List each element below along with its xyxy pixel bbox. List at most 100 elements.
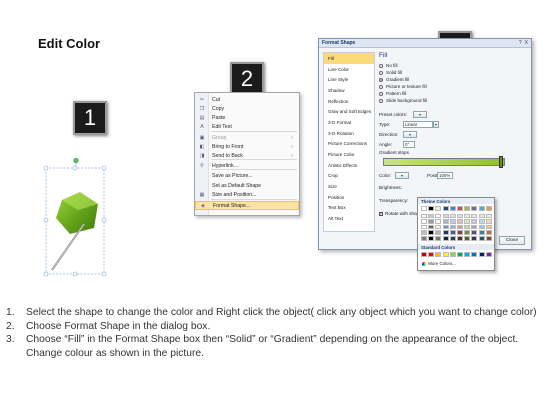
theme-color-swatch[interactable] [435,236,442,241]
nav-item-picture-color[interactable]: Picture Color [324,149,374,160]
standard-color-swatch[interactable] [457,252,463,257]
theme-color-swatch[interactable] [421,219,427,224]
theme-color-swatch[interactable] [464,230,471,235]
angle-input[interactable]: 0° [403,141,415,148]
standard-color-swatch[interactable] [435,252,442,257]
menu-item-bring-to-front[interactable]: ◧ Bring to Front › [195,142,299,151]
standard-color-swatch[interactable] [478,252,485,257]
theme-color-swatch[interactable] [421,230,427,235]
theme-color-swatch[interactable] [442,236,449,241]
theme-color-swatch[interactable] [457,224,463,230]
theme-color-swatch[interactable] [464,206,471,211]
radio-button[interactable] [379,63,383,68]
theme-color-swatch[interactable] [435,219,442,224]
nav-item-3-d-format[interactable]: 3-D Format [324,117,374,128]
radio-solid-fill[interactable]: Solid fill [379,69,527,76]
theme-color-swatch[interactable] [457,230,463,235]
theme-color-swatch[interactable] [478,224,485,230]
theme-color-swatch[interactable] [464,213,471,219]
theme-color-swatch[interactable] [428,206,435,211]
nav-item-artistic-effects[interactable]: Artistic Effects [324,160,374,171]
gradient-stops-bar[interactable] [383,158,505,166]
radio-pattern-fill[interactable]: Pattern fill [379,90,527,97]
nav-item-text-box[interactable]: Text Box [324,203,374,214]
theme-color-swatch[interactable] [435,224,442,230]
theme-color-swatch[interactable] [464,219,471,224]
rotate-checkbox[interactable]: ✓ [379,211,383,216]
theme-color-swatch[interactable] [471,213,478,219]
menu-item-send-to-back[interactable]: ◨ Send to Back › [195,151,299,160]
more-colors-link[interactable]: More Colors... [422,261,456,266]
nav-item-shadow[interactable]: Shadow [324,85,374,96]
menu-item-size-and-position[interactable]: ▦ Size and Position... [195,190,299,199]
radio-button[interactable] [379,77,383,82]
menu-item-edit-text[interactable]: A Edit Text [195,122,299,131]
nav-item-fill[interactable]: Fill [324,53,374,64]
theme-color-swatch[interactable] [421,213,427,219]
menu-item-copy[interactable]: ❐ Copy [195,104,299,113]
theme-color-swatch[interactable] [471,230,478,235]
nav-item-position[interactable]: Position [324,192,374,203]
nav-item-size[interactable]: Size [324,181,374,192]
theme-color-swatch[interactable] [485,206,492,211]
theme-color-swatch[interactable] [449,230,456,235]
theme-color-swatch[interactable] [478,206,485,211]
chevron-down-icon[interactable]: ▾ [433,121,439,128]
theme-color-swatch[interactable] [421,224,427,230]
theme-color-swatch[interactable] [442,230,449,235]
theme-color-swatch[interactable] [435,213,442,219]
nav-item-glow-and-soft-edges[interactable]: Glow and Soft Edges [324,106,374,117]
position-input[interactable]: 100% [437,172,453,179]
radio-no-fill[interactable]: No fill [379,62,527,69]
theme-color-swatch[interactable] [464,224,471,230]
theme-color-swatch[interactable] [457,236,463,241]
theme-color-swatch[interactable] [457,206,463,211]
close-x-button[interactable]: X [525,40,528,46]
theme-color-swatch[interactable] [464,236,471,241]
theme-color-swatch[interactable] [442,219,449,224]
radio-button[interactable] [379,84,383,89]
theme-color-swatch[interactable] [485,213,492,219]
radio-button[interactable] [379,91,383,96]
menu-item-save-as-picture[interactable]: Save as Picture... [195,171,299,180]
direction-dropdown[interactable]: ▾ [403,131,417,138]
theme-color-swatch[interactable] [471,219,478,224]
menu-item-group[interactable]: ▣ Group › [195,133,299,142]
standard-color-swatch[interactable] [485,252,492,257]
theme-color-swatch[interactable] [471,236,478,241]
radio-slide-background-fill[interactable]: Slide background fill [379,97,527,104]
radio-gradient-fill[interactable]: Gradient fill [379,76,527,83]
nav-item-picture-corrections[interactable]: Picture Corrections [324,139,374,150]
menu-item-hyperlink[interactable]: ⚲ Hyperlink... [195,161,299,170]
menu-item-format-shape[interactable]: ◈ Format Shape... [195,201,299,210]
menu-item-cut[interactable]: ✂ Cut [195,95,299,104]
theme-color-swatch[interactable] [428,236,435,241]
theme-color-swatch[interactable] [428,219,435,224]
theme-color-swatch[interactable] [449,236,456,241]
theme-color-swatch[interactable] [421,206,427,211]
nav-item-line-color[interactable]: Line Color [324,64,374,75]
nav-item-reflection[interactable]: Reflection [324,96,374,107]
menu-item-set-as-default-shape[interactable]: Set as Default Shape [195,181,299,190]
theme-color-swatch[interactable] [449,224,456,230]
theme-color-swatch[interactable] [485,230,492,235]
theme-color-swatch[interactable] [428,213,435,219]
preset-colors-dropdown[interactable]: ▾ [413,111,427,118]
standard-color-swatch[interactable] [449,252,456,257]
standard-color-swatch[interactable] [471,252,478,257]
theme-color-swatch[interactable] [435,230,442,235]
help-button[interactable]: ? [519,40,522,46]
theme-color-swatch[interactable] [449,206,456,211]
nav-item-crop[interactable]: Crop [324,171,374,182]
radio-button[interactable] [379,70,383,75]
theme-color-swatch[interactable] [428,230,435,235]
theme-color-swatch[interactable] [442,213,449,219]
theme-color-swatch[interactable] [442,224,449,230]
nav-item-line-style[interactable]: Line Style [324,74,374,85]
theme-color-swatch[interactable] [449,213,456,219]
nav-item-alt-text[interactable]: Alt Text [324,213,374,224]
theme-color-swatch[interactable] [435,206,442,211]
theme-color-swatch[interactable] [485,219,492,224]
theme-color-swatch[interactable] [442,206,449,211]
radio-button[interactable] [379,98,383,103]
